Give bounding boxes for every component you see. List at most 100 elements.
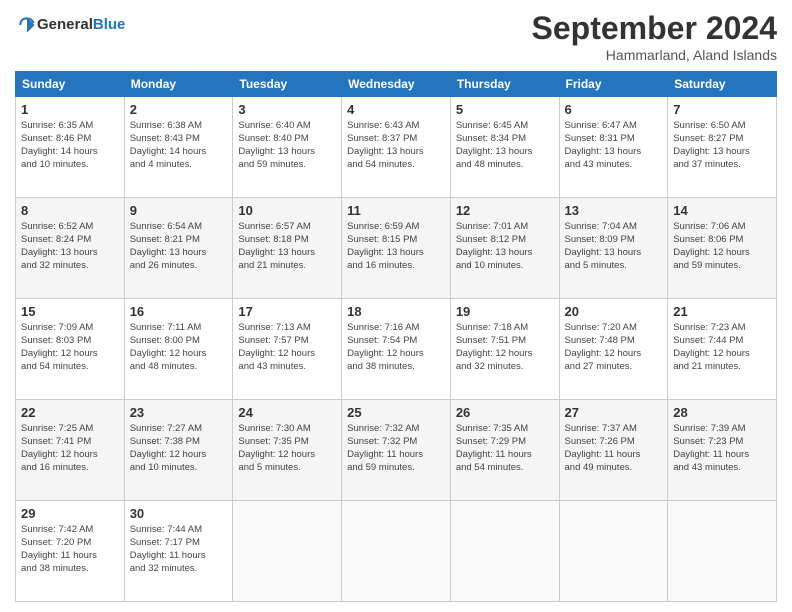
day-number-25: 25 <box>347 404 445 422</box>
day-info-14: Sunrise: 7:06 AMSunset: 8:06 PMDaylight:… <box>673 221 771 272</box>
day-info-8: Sunrise: 6:52 AMSunset: 8:24 PMDaylight:… <box>21 221 119 272</box>
day-info-23: Sunrise: 7:27 AMSunset: 7:38 PMDaylight:… <box>130 423 228 474</box>
day-info-10: Sunrise: 6:57 AMSunset: 8:18 PMDaylight:… <box>238 221 336 272</box>
day-info-16: Sunrise: 7:11 AMSunset: 8:00 PMDaylight:… <box>130 322 228 373</box>
day-number-18: 18 <box>347 303 445 321</box>
day-info-11: Sunrise: 6:59 AMSunset: 8:15 PMDaylight:… <box>347 221 445 272</box>
cell-3-1: 23Sunrise: 7:27 AMSunset: 7:38 PMDayligh… <box>124 400 233 501</box>
header: GeneralBlue September 2024 Hammarland, A… <box>15 10 777 63</box>
cell-3-5: 27Sunrise: 7:37 AMSunset: 7:26 PMDayligh… <box>559 400 668 501</box>
day-number-21: 21 <box>673 303 771 321</box>
cell-3-4: 26Sunrise: 7:35 AMSunset: 7:29 PMDayligh… <box>450 400 559 501</box>
day-info-25: Sunrise: 7:32 AMSunset: 7:32 PMDaylight:… <box>347 423 445 474</box>
day-info-15: Sunrise: 7:09 AMSunset: 8:03 PMDaylight:… <box>21 322 119 373</box>
cell-1-5: 13Sunrise: 7:04 AMSunset: 8:09 PMDayligh… <box>559 198 668 299</box>
cell-0-6: 7Sunrise: 6:50 AMSunset: 8:27 PMDaylight… <box>668 97 777 198</box>
day-info-28: Sunrise: 7:39 AMSunset: 7:23 PMDaylight:… <box>673 423 771 474</box>
day-info-1: Sunrise: 6:35 AMSunset: 8:46 PMDaylight:… <box>21 120 119 171</box>
day-info-19: Sunrise: 7:18 AMSunset: 7:51 PMDaylight:… <box>456 322 554 373</box>
cell-3-6: 28Sunrise: 7:39 AMSunset: 7:23 PMDayligh… <box>668 400 777 501</box>
cell-4-4 <box>450 501 559 602</box>
day-number-6: 6 <box>565 101 663 119</box>
header-tuesday: Tuesday <box>233 72 342 97</box>
header-saturday: Saturday <box>668 72 777 97</box>
day-info-29: Sunrise: 7:42 AMSunset: 7:20 PMDaylight:… <box>21 524 119 575</box>
cell-0-1: 2Sunrise: 6:38 AMSunset: 8:43 PMDaylight… <box>124 97 233 198</box>
day-number-14: 14 <box>673 202 771 220</box>
logo-icon <box>17 15 37 35</box>
header-thursday: Thursday <box>450 72 559 97</box>
cell-3-2: 24Sunrise: 7:30 AMSunset: 7:35 PMDayligh… <box>233 400 342 501</box>
cell-3-3: 25Sunrise: 7:32 AMSunset: 7:32 PMDayligh… <box>342 400 451 501</box>
day-number-2: 2 <box>130 101 228 119</box>
cell-1-4: 12Sunrise: 7:01 AMSunset: 8:12 PMDayligh… <box>450 198 559 299</box>
day-number-10: 10 <box>238 202 336 220</box>
day-number-22: 22 <box>21 404 119 422</box>
location: Hammarland, Aland Islands <box>532 47 777 63</box>
cell-2-6: 21Sunrise: 7:23 AMSunset: 7:44 PMDayligh… <box>668 299 777 400</box>
day-info-26: Sunrise: 7:35 AMSunset: 7:29 PMDaylight:… <box>456 423 554 474</box>
day-info-17: Sunrise: 7:13 AMSunset: 7:57 PMDaylight:… <box>238 322 336 373</box>
day-number-7: 7 <box>673 101 771 119</box>
day-info-21: Sunrise: 7:23 AMSunset: 7:44 PMDaylight:… <box>673 322 771 373</box>
cell-1-3: 11Sunrise: 6:59 AMSunset: 8:15 PMDayligh… <box>342 198 451 299</box>
calendar-row-5: 29Sunrise: 7:42 AMSunset: 7:20 PMDayligh… <box>16 501 777 602</box>
cell-4-5 <box>559 501 668 602</box>
calendar-row-3: 15Sunrise: 7:09 AMSunset: 8:03 PMDayligh… <box>16 299 777 400</box>
cell-0-4: 5Sunrise: 6:45 AMSunset: 8:34 PMDaylight… <box>450 97 559 198</box>
cell-4-3 <box>342 501 451 602</box>
day-info-5: Sunrise: 6:45 AMSunset: 8:34 PMDaylight:… <box>456 120 554 171</box>
cell-3-0: 22Sunrise: 7:25 AMSunset: 7:41 PMDayligh… <box>16 400 125 501</box>
day-info-20: Sunrise: 7:20 AMSunset: 7:48 PMDaylight:… <box>565 322 663 373</box>
calendar-row-2: 8Sunrise: 6:52 AMSunset: 8:24 PMDaylight… <box>16 198 777 299</box>
day-number-4: 4 <box>347 101 445 119</box>
cell-4-0: 29Sunrise: 7:42 AMSunset: 7:20 PMDayligh… <box>16 501 125 602</box>
day-number-20: 20 <box>565 303 663 321</box>
logo-text: GeneralBlue <box>37 17 125 34</box>
day-number-29: 29 <box>21 505 119 523</box>
day-number-13: 13 <box>565 202 663 220</box>
day-number-9: 9 <box>130 202 228 220</box>
cell-1-2: 10Sunrise: 6:57 AMSunset: 8:18 PMDayligh… <box>233 198 342 299</box>
day-number-3: 3 <box>238 101 336 119</box>
cell-0-3: 4Sunrise: 6:43 AMSunset: 8:37 PMDaylight… <box>342 97 451 198</box>
day-number-16: 16 <box>130 303 228 321</box>
day-number-15: 15 <box>21 303 119 321</box>
cell-1-0: 8Sunrise: 6:52 AMSunset: 8:24 PMDaylight… <box>16 198 125 299</box>
day-number-19: 19 <box>456 303 554 321</box>
day-info-13: Sunrise: 7:04 AMSunset: 8:09 PMDaylight:… <box>565 221 663 272</box>
cell-2-5: 20Sunrise: 7:20 AMSunset: 7:48 PMDayligh… <box>559 299 668 400</box>
day-info-9: Sunrise: 6:54 AMSunset: 8:21 PMDaylight:… <box>130 221 228 272</box>
day-info-6: Sunrise: 6:47 AMSunset: 8:31 PMDaylight:… <box>565 120 663 171</box>
weekday-header-row: Sunday Monday Tuesday Wednesday Thursday… <box>16 72 777 97</box>
day-info-2: Sunrise: 6:38 AMSunset: 8:43 PMDaylight:… <box>130 120 228 171</box>
header-sunday: Sunday <box>16 72 125 97</box>
calendar-row-4: 22Sunrise: 7:25 AMSunset: 7:41 PMDayligh… <box>16 400 777 501</box>
day-info-3: Sunrise: 6:40 AMSunset: 8:40 PMDaylight:… <box>238 120 336 171</box>
title-block: September 2024 Hammarland, Aland Islands <box>532 10 777 63</box>
day-info-7: Sunrise: 6:50 AMSunset: 8:27 PMDaylight:… <box>673 120 771 171</box>
header-friday: Friday <box>559 72 668 97</box>
day-info-30: Sunrise: 7:44 AMSunset: 7:17 PMDaylight:… <box>130 524 228 575</box>
day-info-12: Sunrise: 7:01 AMSunset: 8:12 PMDaylight:… <box>456 221 554 272</box>
calendar-row-1: 1Sunrise: 6:35 AMSunset: 8:46 PMDaylight… <box>16 97 777 198</box>
day-info-4: Sunrise: 6:43 AMSunset: 8:37 PMDaylight:… <box>347 120 445 171</box>
day-number-23: 23 <box>130 404 228 422</box>
month-title: September 2024 <box>532 10 777 47</box>
cell-1-1: 9Sunrise: 6:54 AMSunset: 8:21 PMDaylight… <box>124 198 233 299</box>
calendar-container: GeneralBlue September 2024 Hammarland, A… <box>0 0 792 612</box>
logo: GeneralBlue <box>15 15 125 35</box>
calendar-table: Sunday Monday Tuesday Wednesday Thursday… <box>15 71 777 602</box>
day-number-30: 30 <box>130 505 228 523</box>
day-number-24: 24 <box>238 404 336 422</box>
cell-2-4: 19Sunrise: 7:18 AMSunset: 7:51 PMDayligh… <box>450 299 559 400</box>
header-wednesday: Wednesday <box>342 72 451 97</box>
day-number-17: 17 <box>238 303 336 321</box>
cell-1-6: 14Sunrise: 7:06 AMSunset: 8:06 PMDayligh… <box>668 198 777 299</box>
day-number-8: 8 <box>21 202 119 220</box>
day-number-12: 12 <box>456 202 554 220</box>
day-info-18: Sunrise: 7:16 AMSunset: 7:54 PMDaylight:… <box>347 322 445 373</box>
cell-0-2: 3Sunrise: 6:40 AMSunset: 8:40 PMDaylight… <box>233 97 342 198</box>
day-number-5: 5 <box>456 101 554 119</box>
day-number-1: 1 <box>21 101 119 119</box>
